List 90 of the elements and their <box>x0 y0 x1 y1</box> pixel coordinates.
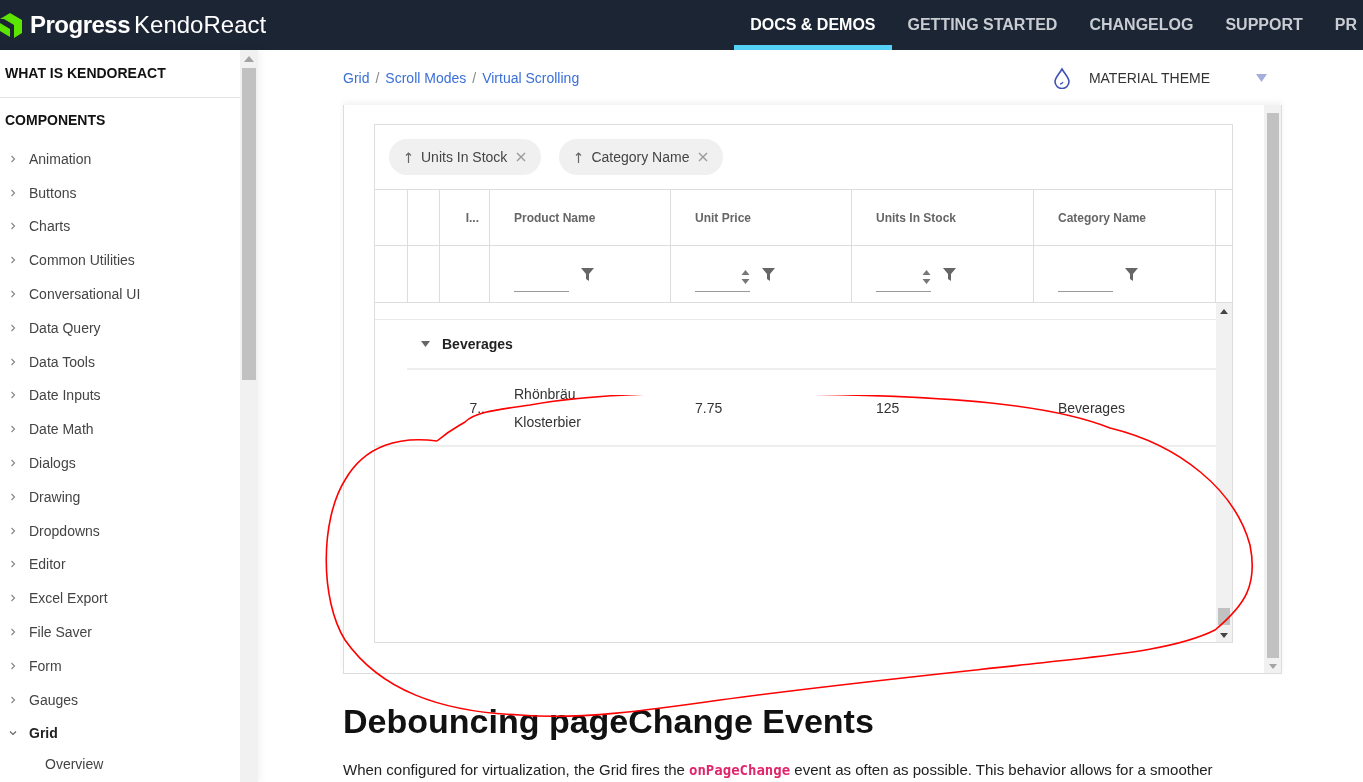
table-cell-text: Rhönbräu Klosterbier <box>514 384 582 432</box>
sidebar-item[interactable]: Data Tools <box>0 344 240 379</box>
spinner-icon[interactable] <box>922 267 931 286</box>
close-icon[interactable] <box>516 152 527 162</box>
table-cell-text: 7.75 <box>695 398 723 418</box>
nav-link[interactable]: GETTING STARTED <box>891 0 1074 50</box>
column-header[interactable]: I... <box>440 190 490 246</box>
theme-dropdown[interactable]: MATERIAL THEME <box>1052 66 1267 89</box>
chevron-icon <box>9 492 17 501</box>
chevron-icon <box>9 425 17 434</box>
group-chip[interactable]: Category Name <box>559 139 724 175</box>
chevron-icon <box>9 391 17 400</box>
breadcrumb-link[interactable]: Scroll Modes <box>385 69 467 86</box>
sidebar-item[interactable]: Dropdowns <box>0 513 240 548</box>
table-cell-text: 125 <box>876 398 900 418</box>
chevron-icon <box>9 628 17 637</box>
nav-link[interactable]: PR <box>1318 0 1363 50</box>
nav-link[interactable]: CHANGELOG <box>1073 0 1210 50</box>
sidebar-item[interactable]: Charts <box>0 209 240 244</box>
column-header[interactable]: Units In Stock <box>852 190 1034 246</box>
chevron-icon <box>9 729 17 738</box>
nav-link[interactable]: DOCS & DEMOS <box>734 0 892 50</box>
chevron-icon <box>9 459 17 468</box>
filter-icon[interactable] <box>943 267 956 281</box>
breadcrumb-link[interactable]: Virtual Scrolling <box>482 69 580 86</box>
chevron-icon <box>9 661 17 670</box>
caret-icon <box>1256 73 1267 82</box>
chevron-icon <box>9 256 17 265</box>
chevron-icon <box>9 188 17 197</box>
sidebar-item[interactable]: Editor <box>0 547 240 582</box>
sidebar-item[interactable]: Data Query <box>0 311 240 345</box>
group-label: Beverages <box>442 336 513 352</box>
sort-arrow-icon <box>405 151 412 163</box>
scrollbar[interactable] <box>1216 303 1232 642</box>
chevron-icon <box>9 290 17 299</box>
chevron-icon <box>9 154 17 163</box>
sidebar-item[interactable]: Gauges <box>0 682 240 717</box>
filter-cell <box>408 246 440 303</box>
sidebar-item[interactable]: Grid <box>0 716 240 751</box>
spinner-icon[interactable] <box>741 267 750 286</box>
logo-icon <box>0 11 24 39</box>
column-header[interactable]: Unit Price <box>671 190 852 246</box>
sidebar-item[interactable]: Form <box>0 648 240 683</box>
scroll-down-icon[interactable] <box>1220 633 1228 638</box>
breadcrumb-separator: / <box>375 69 380 86</box>
scrollbar[interactable] <box>240 50 258 782</box>
filter-icon[interactable] <box>581 267 594 281</box>
sidebar-item[interactable]: Buttons <box>0 175 240 210</box>
scroll-thumb[interactable] <box>242 68 256 380</box>
scrollbar[interactable] <box>1264 105 1281 673</box>
sidebar-item[interactable]: Drawing <box>0 479 240 514</box>
filter-icon[interactable] <box>1125 267 1138 281</box>
sidebar-item[interactable]: Excel Export <box>0 581 240 616</box>
chevron-icon <box>9 222 17 231</box>
sidebar-subitem[interactable]: Overview <box>0 750 240 773</box>
sidebar-item[interactable]: Date Inputs <box>0 378 240 413</box>
chevron-icon <box>9 560 17 569</box>
chevron-icon <box>9 594 17 603</box>
sidebar-item[interactable]: Date Math <box>0 412 240 447</box>
chevron-icon <box>9 323 17 332</box>
nav-link[interactable]: SUPPORT <box>1209 0 1319 50</box>
table-cell-text: Beverages <box>1058 398 1125 418</box>
section-heading: Debouncing pageChange Events <box>343 702 875 741</box>
table-cell-text: 7.. <box>469 398 485 418</box>
close-icon[interactable] <box>698 152 709 162</box>
scroll-thumb[interactable] <box>1266 113 1279 658</box>
column-header[interactable]: Category Name <box>1034 190 1216 246</box>
group-row[interactable]: Beverages <box>407 320 1216 370</box>
breadcrumb-link[interactable]: Grid <box>343 69 370 86</box>
logo-text: KendoReact <box>134 11 267 39</box>
sidebar-item[interactable]: Animation <box>0 142 240 176</box>
column-header[interactable]: Product Name <box>490 190 671 246</box>
logo-text: Progress <box>30 11 131 39</box>
sidebar-item[interactable]: File Saver <box>0 615 240 649</box>
sidebar-item[interactable]: Dialogs <box>0 446 240 480</box>
chevron-icon <box>9 357 17 366</box>
chevron-icon <box>9 526 17 535</box>
breadcrumb-separator: / <box>472 69 477 86</box>
filter-icon[interactable] <box>762 267 775 281</box>
drop-icon <box>1052 66 1071 89</box>
sidebar-item[interactable]: Common Utilities <box>0 243 240 278</box>
sidebar-item[interactable]: Conversational UI <box>0 277 240 311</box>
scroll-up-icon[interactable] <box>1220 309 1228 314</box>
code-link[interactable]: onPageChange <box>689 762 791 778</box>
sort-arrow-icon <box>575 151 583 163</box>
section-heading: COMPONENTS <box>4 111 107 130</box>
collapse-icon[interactable] <box>421 341 430 347</box>
paragraph: When configured for virtualization, the Grid fires the onPageChange event as often as possible. This behavior allows for a smoother <box>343 761 1214 778</box>
group-chip[interactable]: Units In Stock <box>389 139 542 175</box>
chevron-icon <box>9 695 17 704</box>
